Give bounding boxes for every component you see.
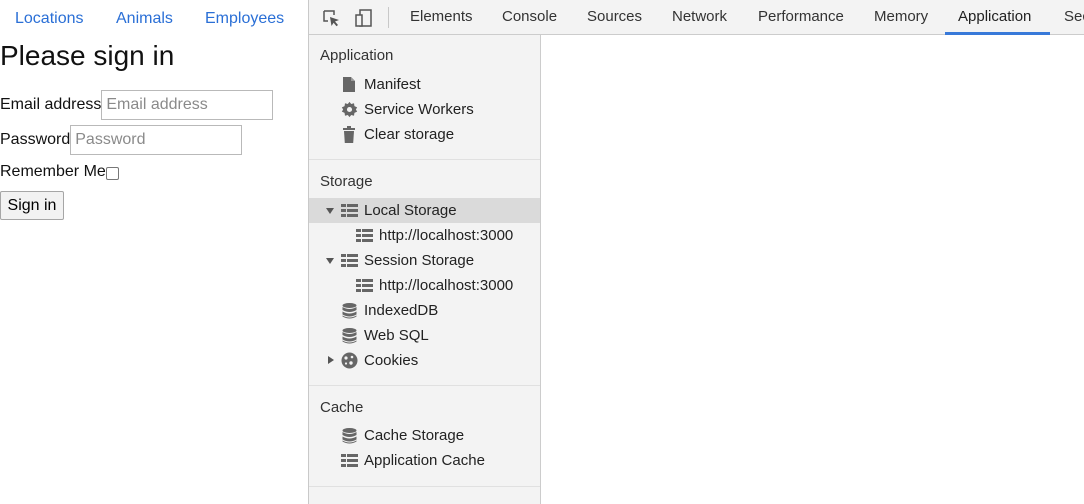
expand-arrow-icon[interactable] bbox=[326, 208, 334, 214]
tab-application[interactable]: Application bbox=[958, 0, 1031, 35]
sidebar-item-service-workers[interactable]: Service Workers bbox=[309, 97, 540, 122]
tab-console[interactable]: Console bbox=[502, 0, 557, 35]
device-toolbar-icon[interactable] bbox=[354, 8, 374, 28]
password-input[interactable] bbox=[70, 125, 243, 155]
section-title-cache: Cache bbox=[320, 399, 364, 416]
sign-in-button[interactable]: Sign in bbox=[0, 191, 64, 220]
table-grid-icon bbox=[355, 227, 373, 245]
sidebar-item-session-storage[interactable]: Session Storage bbox=[309, 248, 540, 273]
sidebar-item-local-storage[interactable]: Local Storage bbox=[309, 198, 540, 223]
sidebar-item-label: Manifest bbox=[364, 76, 421, 93]
document-icon bbox=[340, 76, 358, 94]
email-row: Email address bbox=[0, 90, 274, 120]
sidebar-item-label: Clear storage bbox=[364, 126, 455, 143]
sidebar-item-label: http://localhost:3000 bbox=[379, 227, 514, 244]
section-divider bbox=[309, 159, 540, 160]
sidebar-item-label: Web SQL bbox=[364, 327, 429, 344]
database-icon bbox=[340, 427, 358, 445]
gear-icon bbox=[340, 101, 358, 119]
application-sidebar: Application Manifest Service Workers Cle… bbox=[309, 35, 541, 504]
trash-icon bbox=[340, 126, 358, 144]
sidebar-item-session-storage-origin[interactable]: http://localhost:3000 bbox=[309, 273, 540, 298]
devtools-panel: Elements Console Sources Network Perform… bbox=[308, 0, 1084, 504]
sidebar-item-label: http://localhost:3000 bbox=[379, 277, 514, 294]
sidebar-item-label: Cookies bbox=[364, 352, 419, 369]
tab-security[interactable]: Sec bbox=[1064, 0, 1084, 35]
sidebar-item-application-cache[interactable]: Application Cache bbox=[309, 448, 540, 473]
tab-elements[interactable]: Elements bbox=[410, 0, 473, 35]
password-row: Password bbox=[0, 125, 243, 155]
table-grid-icon bbox=[340, 202, 358, 220]
application-main-pane bbox=[541, 35, 1084, 504]
expand-arrow-icon[interactable] bbox=[326, 258, 334, 264]
section-title-application: Application bbox=[320, 47, 394, 64]
table-grid-icon bbox=[340, 452, 358, 470]
web-page: Locations Animals Employees Please sign … bbox=[0, 0, 308, 504]
table-grid-icon bbox=[355, 277, 373, 295]
toolbar-separator bbox=[388, 7, 389, 28]
sidebar-item-label: Service Workers bbox=[364, 101, 474, 118]
sidebar-item-cookies[interactable]: Cookies bbox=[309, 348, 540, 373]
sidebar-item-manifest[interactable]: Manifest bbox=[309, 72, 540, 97]
sidebar-item-label: Cache Storage bbox=[364, 427, 465, 444]
sidebar-item-local-storage-origin[interactable]: http://localhost:3000 bbox=[309, 223, 540, 248]
table-grid-icon bbox=[340, 252, 358, 270]
sidebar-item-indexeddb[interactable]: IndexedDB bbox=[309, 298, 540, 323]
sidebar-item-web-sql[interactable]: Web SQL bbox=[309, 323, 540, 348]
page-title: Please sign in bbox=[0, 40, 175, 71]
database-icon bbox=[340, 327, 358, 345]
sidebar-item-clear-storage[interactable]: Clear storage bbox=[309, 122, 540, 147]
sidebar-item-label: Session Storage bbox=[364, 252, 475, 269]
tab-performance[interactable]: Performance bbox=[758, 0, 844, 35]
password-label: Password bbox=[0, 131, 71, 148]
devtools-toolbar: Elements Console Sources Network Perform… bbox=[309, 0, 1084, 35]
nav-link-employees[interactable]: Employees bbox=[205, 10, 284, 28]
section-title-storage: Storage bbox=[320, 173, 373, 190]
section-divider bbox=[309, 385, 540, 386]
inspect-element-icon[interactable] bbox=[321, 8, 341, 28]
cookie-icon bbox=[340, 352, 358, 370]
sidebar-item-label: IndexedDB bbox=[364, 302, 439, 319]
email-input[interactable] bbox=[101, 90, 274, 120]
database-icon bbox=[340, 302, 358, 320]
tab-memory[interactable]: Memory bbox=[874, 0, 928, 35]
sidebar-item-label: Local Storage bbox=[364, 202, 457, 219]
tab-network[interactable]: Network bbox=[672, 0, 727, 35]
section-divider bbox=[309, 486, 540, 487]
email-label: Email address bbox=[0, 96, 102, 113]
nav-link-animals[interactable]: Animals bbox=[116, 10, 173, 28]
remember-checkbox[interactable] bbox=[105, 167, 119, 180]
sidebar-item-label: Application Cache bbox=[364, 452, 485, 469]
remember-row: Remember Me bbox=[0, 157, 119, 187]
top-nav: Locations Animals Employees bbox=[0, 10, 308, 32]
nav-link-locations[interactable]: Locations bbox=[15, 10, 84, 28]
expand-arrow-icon[interactable] bbox=[328, 356, 334, 364]
sidebar-item-cache-storage[interactable]: Cache Storage bbox=[309, 423, 540, 448]
tab-sources[interactable]: Sources bbox=[587, 0, 642, 35]
remember-label: Remember Me bbox=[0, 163, 106, 180]
